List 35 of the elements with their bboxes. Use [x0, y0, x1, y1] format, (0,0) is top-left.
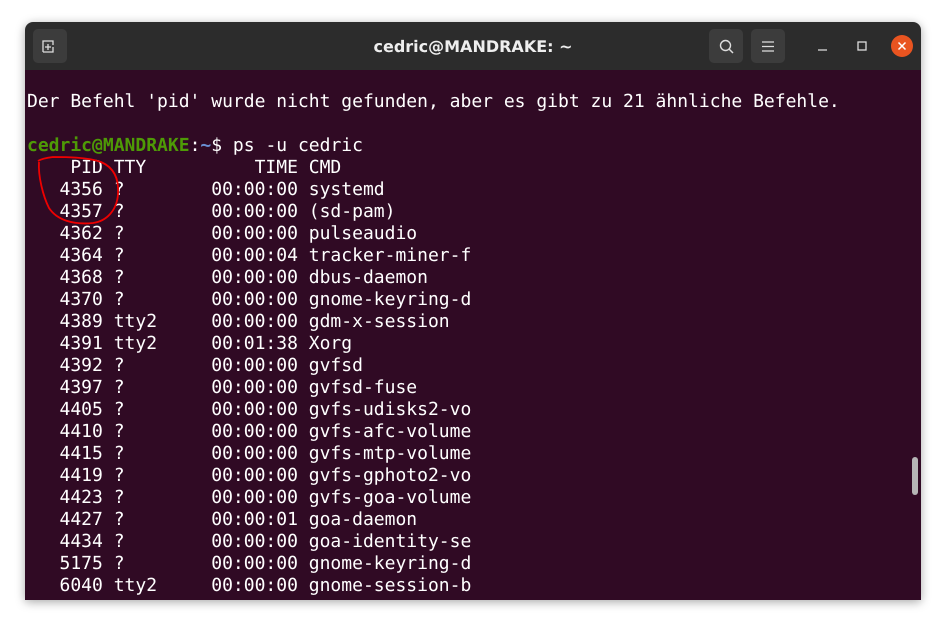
output-line: 4410 ? 00:00:00 gvfs-afc-volume [58, 421, 472, 443]
output-line: 4427 ? 00:00:01 goa-daemon [58, 509, 418, 531]
output-line: 4364 ? 00:00:04 tracker-miner-f [58, 245, 472, 267]
output-line: 4391 tty2 00:01:38 Xorg [58, 333, 354, 355]
output-line: 4434 ? 00:00:00 goa-identity-se [58, 531, 472, 553]
prompt-user-host: cedric@MANDRAKE [27, 135, 190, 156]
output-line: 5175 ? 00:00:00 gnome-keyring-d [58, 553, 472, 575]
search-icon [718, 38, 734, 54]
output-line: 4370 ? 00:00:00 gnome-keyring-d [58, 289, 472, 311]
output-line: 4362 ? 00:00:00 pulseaudio [58, 223, 418, 245]
output-line: 4357 ? 00:00:00 (sd-pam) [58, 201, 396, 223]
prompt-path: ~ [200, 135, 212, 156]
output-line: 4419 ? 00:00:00 gvfs-gphoto2-vo [58, 465, 472, 487]
output-line: 4389 tty2 00:00:00 gdm-x-session [58, 311, 451, 333]
output-line: 4405 ? 00:00:00 gvfs-udisks2-vo [58, 399, 472, 421]
menu-button[interactable] [751, 29, 785, 63]
close-button[interactable] [891, 35, 913, 57]
window-title: cedric@MANDRAKE: ~ [373, 36, 573, 56]
new-tab-button[interactable] [33, 29, 67, 63]
maximize-icon [857, 41, 867, 51]
output-line: 6040 tty2 00:00:00 gnome-session-b [58, 575, 472, 597]
prompt-separator: : [190, 135, 200, 156]
output-line: 4423 ? 00:00:00 gvfs-goa-volume [58, 487, 472, 509]
search-button[interactable] [709, 29, 743, 63]
prompt-symbol: $ [211, 135, 222, 156]
command-text: ps -u cedric [232, 135, 363, 156]
output-line: 4368 ? 00:00:00 dbus-daemon [58, 267, 429, 289]
minimize-icon [818, 49, 826, 51]
output-line: 4392 ? 00:00:00 gvfsd [58, 355, 364, 377]
scrollbar-thumb[interactable] [912, 457, 918, 495]
output-line: 4415 ? 00:00:00 gvfs-mtp-volume [58, 443, 472, 465]
close-icon [897, 41, 907, 51]
output-line: 4397 ? 00:00:00 gvfsd-fuse [58, 377, 418, 399]
menu-icon [762, 40, 774, 52]
output-line: Der Befehl 'pid' wurde nicht gefunden, aber es gibt zu 21 ähnliche Befehle. [27, 91, 841, 113]
